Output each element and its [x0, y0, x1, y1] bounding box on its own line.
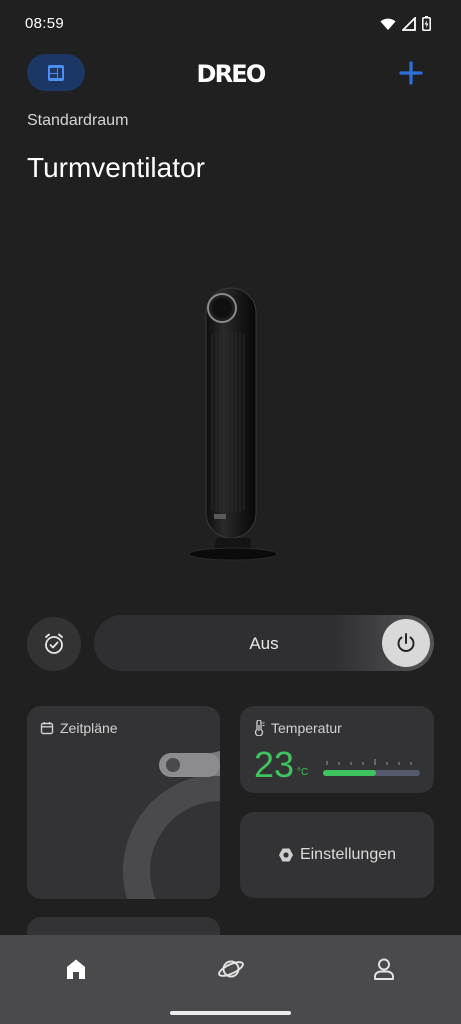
schedules-illustration [123, 751, 220, 899]
settings-content: Einstellungen [240, 846, 434, 864]
temperature-bar-fill [323, 770, 377, 776]
nav-explore[interactable] [211, 949, 251, 989]
temperature-header: Temperatur [253, 720, 342, 736]
temperature-label: Temperatur [271, 720, 342, 736]
hexagon-settings-icon [278, 848, 293, 862]
status-icons [380, 16, 431, 31]
top-bar: DREO [0, 54, 461, 94]
settings-label: Einstellungen [299, 846, 397, 863]
calendar-icon [40, 722, 54, 735]
power-icon [397, 633, 415, 652]
room-label: Standardraum [27, 112, 129, 129]
tower-fan-image [188, 287, 278, 561]
planet-icon [218, 960, 244, 978]
profile-icon [374, 958, 394, 980]
settings-card[interactable]: Einstellungen [240, 812, 434, 898]
temperature-unit: °C [297, 767, 309, 778]
power-slider[interactable]: Aus [94, 615, 434, 671]
battery-charging-icon [422, 16, 431, 31]
power-toggle-button[interactable] [382, 619, 430, 667]
home-icon [67, 959, 85, 979]
add-device-button[interactable] [396, 58, 426, 88]
nav-home[interactable] [56, 949, 96, 989]
alarm-clock-check-icon [45, 633, 63, 654]
temperature-scale-ticks [326, 759, 412, 765]
home-indicator[interactable] [170, 1011, 291, 1015]
status-bar: 08:59 [0, 0, 461, 48]
status-time: 08:59 [25, 15, 65, 32]
device-title: Turmventilator [27, 152, 205, 183]
schedules-label: Zeitpläne [60, 720, 118, 736]
temperature-value: 23 [254, 744, 295, 785]
signal-icon [402, 16, 416, 31]
schedules-card[interactable]: Zeitpläne [27, 706, 220, 899]
thermometer-icon [254, 720, 265, 736]
wifi-icon [380, 18, 396, 30]
brand-logo: DREO [196, 60, 267, 88]
temperature-bar [323, 770, 420, 776]
temperature-card[interactable]: Temperatur 23 °C [240, 706, 434, 793]
timer-button[interactable] [27, 617, 81, 671]
nav-profile[interactable] [364, 949, 404, 989]
schedules-header: Zeitpläne [40, 720, 118, 736]
